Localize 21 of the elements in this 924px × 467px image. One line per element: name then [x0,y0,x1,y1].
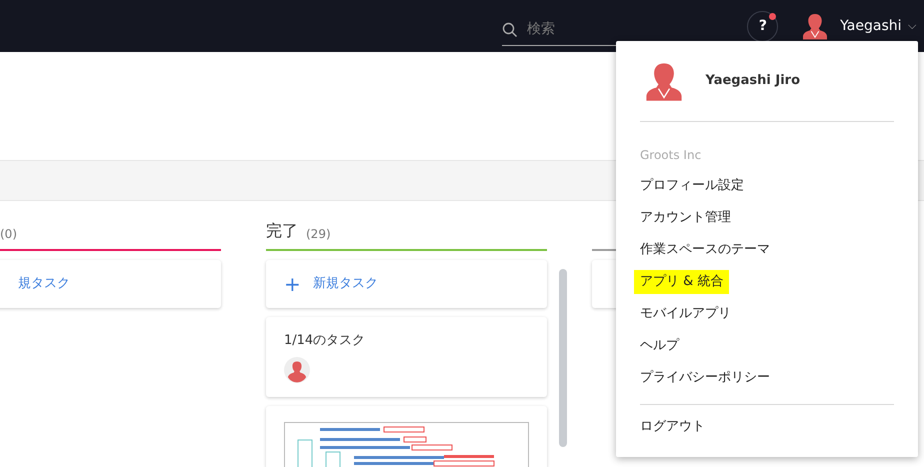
image-card[interactable] [266,406,547,467]
task-count: (0) [0,226,17,243]
menu-item[interactable]: 作業スペースのテーマ [640,234,894,266]
search-field[interactable]: 検索 [524,18,705,41]
search-icon [502,22,518,38]
column-title: 完了 [266,220,298,242]
user-full-name: Yaegashi Jiro [706,72,800,90]
task-count: (29) [306,226,331,243]
menu-item[interactable]: アプリ & 統合 [634,270,730,294]
new-task-button[interactable]: 規タスク [0,260,221,308]
scrollbar[interactable] [559,269,567,447]
logout-menu-item[interactable]: ログアウト [640,411,894,443]
task-card[interactable]: 1/14のタスク [266,317,547,397]
user-menu-button[interactable]: Yaegashi ⌵ [800,11,916,41]
menu-item[interactable]: モバイルアプリ [640,298,894,330]
menu-item[interactable]: ヘルプ [640,330,894,362]
menu-item[interactable]: プライバシーポリシー [640,362,894,394]
new-task-button[interactable]: + 新規タスク [266,260,547,308]
menu-item[interactable]: アカウント管理 [640,202,894,234]
organization-name: Groots Inc [640,147,702,164]
task-title: 1/14のタスク [284,332,366,350]
